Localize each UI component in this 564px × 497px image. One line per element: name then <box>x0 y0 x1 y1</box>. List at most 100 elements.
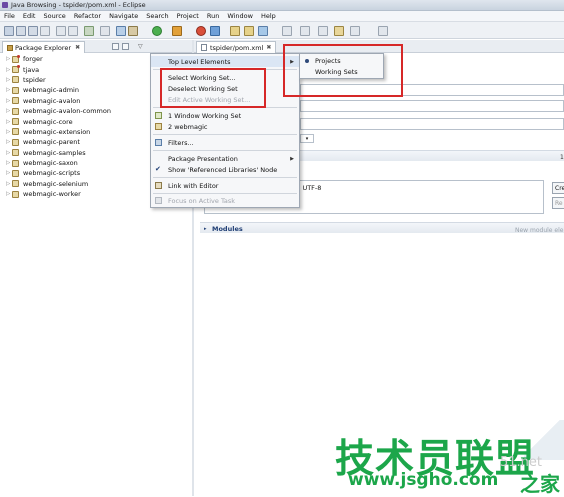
project-icon <box>12 107 19 115</box>
back-icon[interactable] <box>318 26 328 36</box>
menu-item-top-level-elements[interactable]: Top Level Elements ▶ <box>151 56 299 67</box>
print-icon[interactable] <box>40 26 50 36</box>
save-all-icon[interactable] <box>28 26 38 36</box>
project-icon <box>12 180 19 188</box>
project-icon <box>12 118 19 126</box>
title-bar: Java Browsing - tspider/pom.xml - Eclips… <box>0 0 564 11</box>
create-button[interactable]: Cre <box>552 182 564 194</box>
window-title: Java Browsing - tspider/pom.xml - Eclips… <box>11 1 146 9</box>
highlight-box-working-set-items <box>160 68 266 108</box>
tab-package-explorer-label: Package Explorer <box>15 43 72 52</box>
menu-window[interactable]: Window <box>223 12 257 20</box>
search-icon[interactable] <box>258 26 268 36</box>
project-icon <box>12 190 19 198</box>
menu-item-label: Link with Editor <box>168 181 219 190</box>
pom-field-3[interactable] <box>300 118 564 130</box>
save-icon[interactable] <box>16 26 26 36</box>
tree-item-label: webmagic-avalon-common <box>23 107 111 116</box>
tree-item-label: webmagic-selenium <box>23 179 89 188</box>
debug-icon[interactable] <box>116 26 126 36</box>
tree-item-label: webmagic-parent <box>23 138 80 147</box>
submenu-arrow-icon: ▶ <box>290 155 294 162</box>
close-icon[interactable]: ✖ <box>266 44 271 51</box>
tool-icon[interactable] <box>100 26 110 36</box>
gear-icon[interactable] <box>128 26 138 36</box>
menu-help[interactable]: Help <box>257 12 280 20</box>
view-menu-icon[interactable]: ▽ <box>138 43 145 50</box>
tree-item-label: tjava <box>23 65 40 74</box>
close-icon[interactable]: ✖ <box>75 44 80 51</box>
new-icon[interactable] <box>4 26 14 36</box>
tab-pom-xml[interactable]: tspider/pom.xml ✖ <box>196 41 277 53</box>
menu-item-label: 1 Window Working Set <box>168 111 242 120</box>
menu-edit[interactable]: Edit <box>19 12 40 20</box>
menu-refactor[interactable]: Refactor <box>70 12 105 20</box>
menu-search[interactable]: Search <box>142 12 172 20</box>
new-module-hint: New module ele <box>515 227 564 234</box>
menu-item-filters[interactable]: Filters... <box>151 137 299 148</box>
menu-project[interactable]: Project <box>173 12 203 20</box>
edge-label: 1 <box>560 154 564 161</box>
menu-run[interactable]: Run <box>203 12 223 20</box>
project-icon <box>12 149 19 157</box>
modules-section-bar <box>200 222 564 233</box>
menu-item-label: 2 webmagic <box>168 122 208 131</box>
menu-item-webmagic-working-set[interactable]: 2 webmagic <box>151 121 299 132</box>
tree-item-label: webmagic-worker <box>23 190 81 199</box>
menu-item-label: Package Presentation <box>168 154 238 163</box>
dropdown-arrow-icon[interactable]: ▾ <box>300 134 314 143</box>
menu-item-label: Focus on Active Task <box>168 196 235 205</box>
project-icon <box>12 65 20 74</box>
menu-item-focus-on-active-task: Focus on Active Task <box>151 195 299 206</box>
collapse-all-icon[interactable] <box>112 43 119 50</box>
cut-icon[interactable] <box>56 26 66 36</box>
filter-icon <box>155 139 162 146</box>
menu-separator <box>153 134 297 135</box>
project-icon <box>12 128 19 136</box>
menu-separator <box>153 150 297 151</box>
menu-item-package-presentation[interactable]: Package Presentation ▶ <box>151 153 299 164</box>
check-icon: ✔ <box>155 165 161 173</box>
menu-separator <box>153 193 297 194</box>
project-icon <box>12 159 19 167</box>
menu-separator <box>153 177 297 178</box>
open-type-icon[interactable] <box>230 26 240 36</box>
menu-item-label: Top Level Elements <box>168 57 231 66</box>
new-java-project-icon[interactable] <box>196 26 206 36</box>
chevron-right-icon[interactable]: ▸ <box>204 226 207 232</box>
perspective-icon[interactable] <box>378 26 388 36</box>
external-tools-icon[interactable] <box>172 26 182 36</box>
menu-item-link-with-editor[interactable]: Link with Editor <box>151 180 299 191</box>
next-annotation-icon[interactable] <box>300 26 310 36</box>
open-folder-icon[interactable] <box>244 26 254 36</box>
menu-source[interactable]: Source <box>39 12 69 20</box>
tree-item-label: forger <box>23 55 43 64</box>
menu-file[interactable]: File <box>0 12 19 20</box>
project-icon <box>12 97 19 105</box>
tab-package-explorer[interactable]: Package Explorer ✖ <box>2 41 86 53</box>
tree-item-label: webmagic-core <box>23 117 73 126</box>
tab-pom-xml-label: tspider/pom.xml <box>210 43 264 52</box>
menu-item-window-working-set[interactable]: 1 Window Working Set <box>151 110 299 121</box>
menu-item-label: Filters... <box>168 138 194 147</box>
forward-icon[interactable] <box>334 26 344 36</box>
modules-section-title[interactable]: Modules <box>212 225 243 233</box>
menu-item-show-referenced-libraries[interactable]: ✔ Show 'Referenced Libraries' Node <box>151 164 299 175</box>
history-icon[interactable] <box>350 26 360 36</box>
settings-icon[interactable] <box>84 26 94 36</box>
remove-button[interactable]: Re <box>552 197 564 209</box>
project-icon <box>12 76 19 84</box>
watermark-url: www.jsgho.com <box>348 470 499 490</box>
link-editor-icon[interactable] <box>122 43 129 50</box>
working-set-icon <box>155 112 162 119</box>
menu-navigate[interactable]: Navigate <box>105 12 142 20</box>
run-icon[interactable] <box>152 26 162 36</box>
copy-icon[interactable] <box>68 26 78 36</box>
tree-item-label: tspider <box>23 75 46 84</box>
project-icon <box>12 138 19 146</box>
annotation-icon[interactable] <box>282 26 292 36</box>
new-package-icon[interactable] <box>210 26 220 36</box>
toolbar <box>0 22 564 39</box>
project-icon <box>12 54 20 63</box>
pom-field-2[interactable] <box>300 100 564 112</box>
